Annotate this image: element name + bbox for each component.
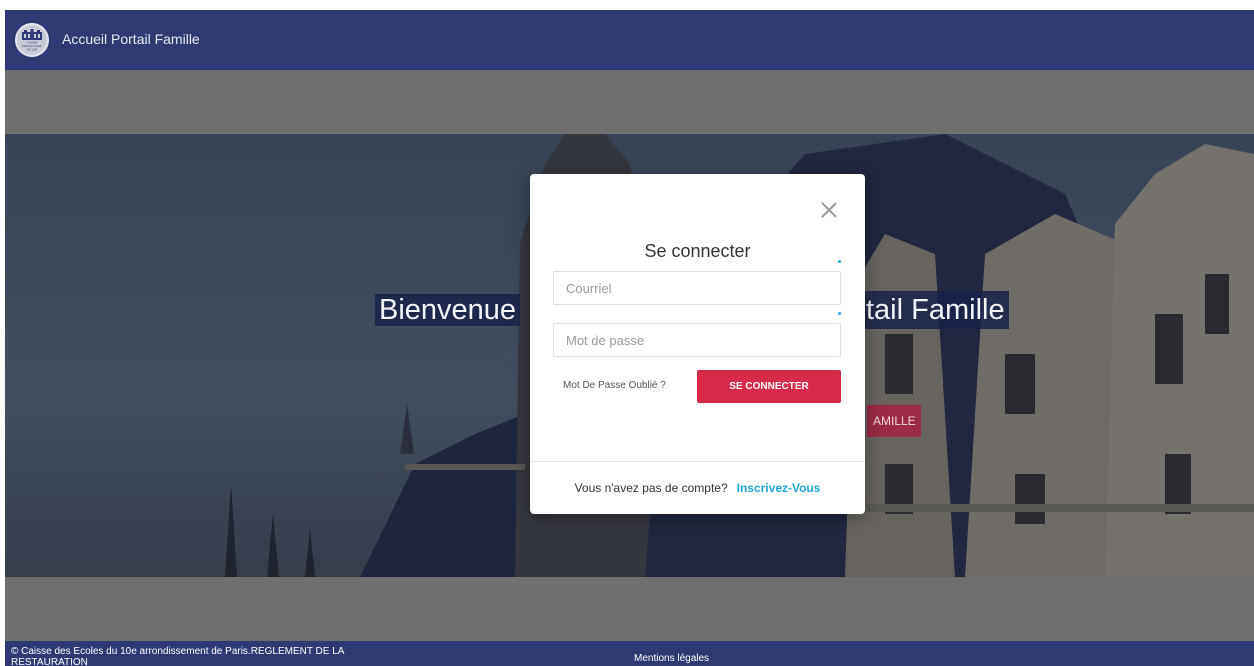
login-button[interactable]: SE CONNECTER [697, 370, 841, 403]
legal-notice-link[interactable]: Mentions légales [634, 653, 709, 664]
signup-row: Vous n'avez pas de compte? Inscrivez-Vous [530, 481, 865, 495]
modal-divider [530, 461, 865, 462]
top-navbar: CAISSE DES ÉCOLES DU 10E Accueil Portail… [5, 10, 1254, 70]
footer: © Caisse des Ecoles du 10e arrondissemen… [5, 641, 1254, 666]
password-input[interactable] [554, 324, 840, 356]
site-title-link[interactable]: Accueil Portail Famille [62, 31, 200, 47]
logo-text-line-3: DU 10E [27, 48, 38, 52]
footer-copyright: © Caisse des Ecoles du 10e arrondissemen… [11, 646, 344, 666]
modal-title: Se connecter [644, 241, 751, 261]
email-input[interactable] [554, 272, 840, 304]
signup-link[interactable]: Inscrivez-Vous [737, 481, 821, 495]
email-field-wrapper [553, 271, 841, 305]
forgot-password-link[interactable]: Mot De Passe Oublié ? [563, 380, 666, 391]
hero-portal-button[interactable]: AMILLE [867, 405, 921, 437]
overlay-band-bottom [5, 577, 1254, 641]
signup-prompt: Vous n'avez pas de compte? [574, 481, 728, 495]
close-icon[interactable] [821, 202, 837, 218]
hero-title-left: Bienvenue [375, 294, 521, 326]
hero-title-right: tail Famille [862, 291, 1009, 329]
focus-indicator-dot [838, 312, 841, 315]
logo-emblem-icon: CAISSE DES ÉCOLES DU 10E [22, 29, 42, 52]
caisse-des-ecoles-logo[interactable]: CAISSE DES ÉCOLES DU 10E [15, 23, 49, 57]
focus-indicator-dot [838, 260, 841, 263]
overlay-band-top [5, 70, 1254, 134]
login-modal: Se connecter Mot De Passe Oublié ? SE CO… [530, 174, 865, 514]
password-field-wrapper [553, 323, 841, 357]
